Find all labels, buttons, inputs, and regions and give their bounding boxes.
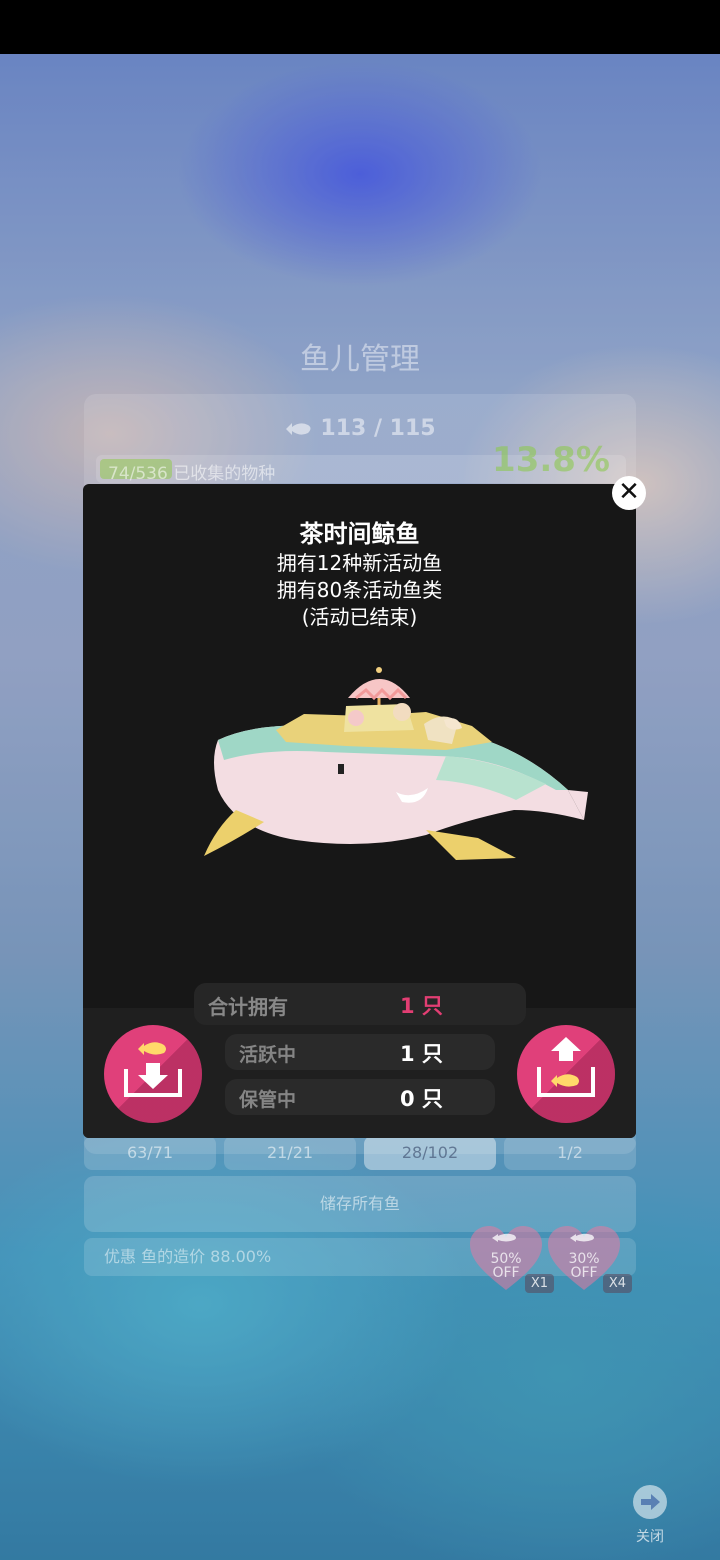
- store-fish-button[interactable]: [104, 1025, 202, 1123]
- active-value: 1 只: [400, 1042, 443, 1066]
- boost-off: OFF: [570, 1265, 598, 1281]
- fish-count-text: 113 / 115: [320, 416, 436, 441]
- fish-name-title: 茶时间鲸鱼: [299, 520, 420, 548]
- tab-3[interactable]: 28/102: [364, 1136, 496, 1170]
- stored-label: 保管中: [239, 1089, 297, 1111]
- release-fish-button[interactable]: [517, 1025, 615, 1123]
- event-fish-total-count: 拥有80条活动鱼类: [276, 578, 443, 602]
- total-owned-value: 1 只: [400, 994, 443, 1018]
- stored-row: 保管中 0 只: [225, 1079, 495, 1115]
- event-fish-species-count: 拥有12种新活动鱼: [276, 551, 443, 575]
- close-icon[interactable]: ✕: [612, 476, 646, 510]
- background-fish-count: 113 / 115: [0, 416, 720, 441]
- tab-2[interactable]: 21/21: [224, 1136, 356, 1170]
- fish-box-download-icon: [124, 1042, 182, 1097]
- boost-heart-1[interactable]: 50% OFF X1: [470, 1226, 554, 1293]
- total-owned-row: 合计拥有 1 只: [194, 983, 526, 1025]
- collection-progress-count: 74/536: [108, 464, 168, 484]
- active-row: 活跃中 1 只: [225, 1034, 495, 1070]
- tab-1[interactable]: 63/71: [84, 1136, 216, 1170]
- close-nav-label: 关闭: [636, 1529, 664, 1545]
- background-page-title: 鱼儿管理: [300, 342, 420, 377]
- boost-heart-2[interactable]: 30% OFF X4: [548, 1226, 632, 1293]
- fish-icon: [286, 423, 311, 435]
- close-nav-button[interactable]: 关闭: [628, 1484, 672, 1546]
- stored-value: 0 只: [400, 1087, 443, 1111]
- arrow-right-circle-icon: [633, 1485, 667, 1519]
- boost-multiplier: X4: [602, 1274, 632, 1293]
- background-tabs: 63/71 21/21 28/102 1/2: [84, 1136, 636, 1170]
- tab-4[interactable]: 1/2: [504, 1136, 636, 1170]
- event-ended-note: (活动已结束): [301, 605, 418, 629]
- total-owned-label: 合计拥有: [208, 995, 288, 1019]
- fish-box-upload-icon: [537, 1037, 595, 1097]
- boost-off: OFF: [492, 1265, 520, 1281]
- collection-percent: 13.8%: [492, 440, 610, 480]
- tea-time-whale-image: [204, 667, 588, 860]
- active-label: 活跃中: [239, 1044, 297, 1066]
- store-all-fish-button[interactable]: 储存所有鱼: [84, 1176, 636, 1232]
- collection-progress-label: 已收集的物种: [173, 464, 276, 484]
- status-bar: [0, 0, 720, 54]
